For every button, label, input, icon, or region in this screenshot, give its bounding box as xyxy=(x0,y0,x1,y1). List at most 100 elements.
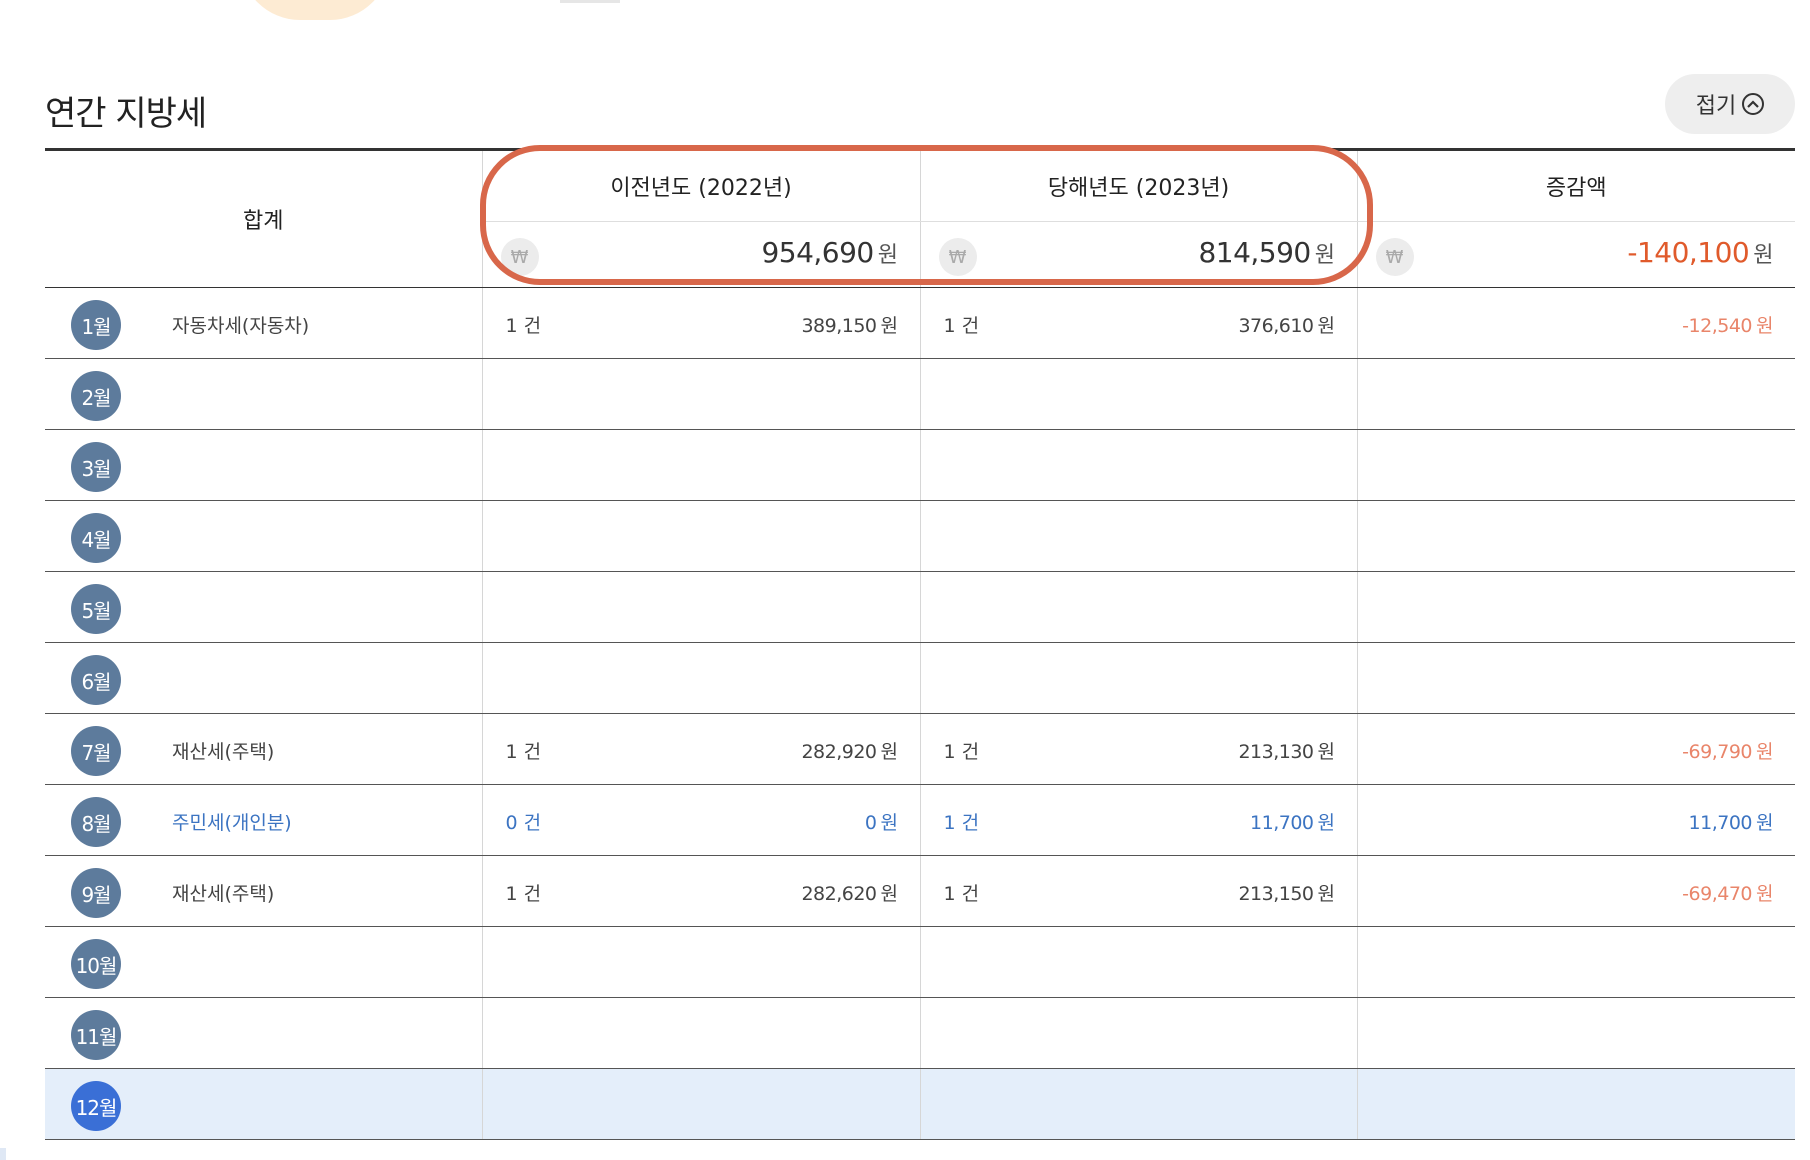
change-cell xyxy=(1356,358,1795,430)
month-cell: 4월 xyxy=(45,500,482,572)
curr-amount: 213,130 xyxy=(1238,741,1314,763)
prev-amount: 0 xyxy=(864,812,877,834)
table-row[interactable]: 3월 xyxy=(45,429,1795,501)
change-cell xyxy=(1356,926,1795,998)
table-row[interactable]: 2월 xyxy=(45,358,1795,430)
unit-label: 원 xyxy=(880,883,898,905)
prev-year-cell xyxy=(481,500,920,572)
prev-year-cell xyxy=(481,642,920,714)
month-badge[interactable]: 12월 xyxy=(71,1081,121,1131)
table-row[interactable]: 6월 xyxy=(45,642,1795,714)
month-badge[interactable]: 6월 xyxy=(71,655,121,705)
tax-name: 재산세(주택) xyxy=(172,883,275,905)
table-row[interactable]: 1월 자동차세(자동차) 1 건 389,150 원 1 건 376,610 원 -… xyxy=(45,287,1795,359)
change-header: 증감액 xyxy=(1356,148,1795,222)
curr-year-total: ₩ 814,590 원 xyxy=(919,221,1357,288)
change-amount: 11,700 xyxy=(1688,812,1753,834)
table-row[interactable]: 10월 xyxy=(45,926,1795,998)
month-cell: 3월 xyxy=(45,429,482,501)
unit-label: 원 xyxy=(1756,883,1773,905)
unit-label: 원 xyxy=(880,812,898,834)
prev-year-cell: 1 건 389,150 원 xyxy=(481,287,920,359)
unit-label: 원 xyxy=(1756,741,1773,763)
unit-label: 원 xyxy=(880,741,898,763)
curr-year-cell: 1 건 213,150 원 xyxy=(919,855,1357,927)
prev-year-total: ₩ 954,690 원 xyxy=(481,221,920,288)
month-badge[interactable]: 5월 xyxy=(71,584,121,634)
prev-year-cell xyxy=(481,1068,920,1140)
won-icon: ₩ xyxy=(1375,238,1414,276)
month-badge[interactable]: 4월 xyxy=(71,513,121,563)
prev-count: 1 건 xyxy=(505,883,542,905)
prev-year-cell: 0 건 0원 xyxy=(481,784,920,856)
table-row[interactable]: 8월 주민세(개인분) 0 건 0원 1 건 11,700 원 11,700 원 xyxy=(45,784,1795,856)
curr-amount: 11,700 xyxy=(1250,812,1314,834)
prev-count: 0 건 xyxy=(505,812,542,834)
curr-year-cell xyxy=(919,1068,1357,1140)
won-icon: ₩ xyxy=(938,238,977,276)
prev-year-cell xyxy=(481,926,920,998)
month-badge[interactable]: 3월 xyxy=(71,442,121,492)
unit-label: 원 xyxy=(880,315,898,337)
won-icon: ₩ xyxy=(500,238,539,276)
unit-label: 원 xyxy=(1317,315,1335,337)
decorative-illustration xyxy=(240,0,390,20)
curr-count: 1 건 xyxy=(943,315,980,337)
tax-name[interactable]: 주민세(개인분) xyxy=(172,808,292,835)
curr-amount: 213,150 xyxy=(1238,883,1314,905)
prev-total-value: 954,690 xyxy=(761,236,874,269)
sum-label: 합계 xyxy=(45,148,482,288)
unit-label: 원 xyxy=(1756,315,1773,337)
prev-amount: 389,150 xyxy=(801,315,877,337)
curr-count: 1 건 xyxy=(943,741,980,763)
unit-label: 원 xyxy=(1314,243,1335,268)
change-total-value: -140,100 xyxy=(1627,236,1750,269)
month-badge[interactable]: 7월 xyxy=(71,726,121,776)
table-row[interactable]: 4월 xyxy=(45,500,1795,572)
month-badge[interactable]: 8월 xyxy=(71,797,121,847)
table-row[interactable]: 9월 재산세(주택) 1 건 282,620 원 1 건 213,150 원 -69… xyxy=(45,855,1795,927)
table-row[interactable]: 12월 xyxy=(45,1068,1795,1140)
prev-count: 1 건 xyxy=(505,741,542,763)
change-cell: -12,540 원 xyxy=(1356,287,1795,359)
section-title: 연간 지방세 xyxy=(45,94,207,134)
unit-label: 원 xyxy=(1317,741,1335,763)
decorative-line xyxy=(560,0,620,3)
month-cell: 1월 자동차세(자동차) xyxy=(45,287,482,359)
month-cell: 7월 재산세(주택) xyxy=(45,713,482,785)
fold-button[interactable]: 접기 xyxy=(1665,74,1795,134)
unit-label: 원 xyxy=(1753,243,1773,268)
month-badge[interactable]: 11월 xyxy=(71,1010,121,1060)
chevron-up-circle-icon xyxy=(1742,93,1765,115)
month-badge[interactable]: 2월 xyxy=(71,371,121,421)
curr-total-value: 814,590 xyxy=(1198,236,1311,269)
fold-button-label: 접기 xyxy=(1695,94,1737,119)
month-badge[interactable]: 1월 xyxy=(71,300,121,350)
change-total: ₩ -140,100 원 xyxy=(1356,221,1795,288)
change-cell xyxy=(1356,429,1795,501)
change-cell xyxy=(1356,571,1795,643)
unit-label: 원 xyxy=(1317,812,1335,834)
curr-year-cell xyxy=(919,997,1357,1069)
curr-year-cell xyxy=(919,926,1357,998)
change-cell xyxy=(1356,500,1795,572)
curr-year-cell: 1 건 376,610 원 xyxy=(919,287,1357,359)
month-cell: 11월 xyxy=(45,997,482,1069)
tax-name: 자동차세(자동차) xyxy=(172,315,310,337)
month-badge[interactable]: 9월 xyxy=(71,868,121,918)
curr-amount: 376,610 xyxy=(1238,315,1314,337)
curr-year-cell xyxy=(919,429,1357,501)
table-row[interactable]: 7월 재산세(주택) 1 건 282,920 원 1 건 213,130 원 -69… xyxy=(45,713,1795,785)
table-row[interactable]: 5월 xyxy=(45,571,1795,643)
monthly-rows: 1월 자동차세(자동차) 1 건 389,150 원 1 건 376,610 원 -… xyxy=(45,287,1795,1140)
change-cell xyxy=(1356,642,1795,714)
prev-count: 1 건 xyxy=(505,315,542,337)
annual-tax-table: 합계 이전년도 (2022년) 당해년도 (2023년) 증감액 ₩ 954,6… xyxy=(45,148,1795,1140)
table-row[interactable]: 11월 xyxy=(45,997,1795,1069)
unit-label: 원 xyxy=(1317,883,1335,905)
month-badge[interactable]: 10월 xyxy=(71,939,121,989)
change-cell: -69,790 원 xyxy=(1356,713,1795,785)
curr-count: 1 건 xyxy=(943,812,980,834)
month-cell: 9월 재산세(주택) xyxy=(45,855,482,927)
curr-year-cell xyxy=(919,642,1357,714)
